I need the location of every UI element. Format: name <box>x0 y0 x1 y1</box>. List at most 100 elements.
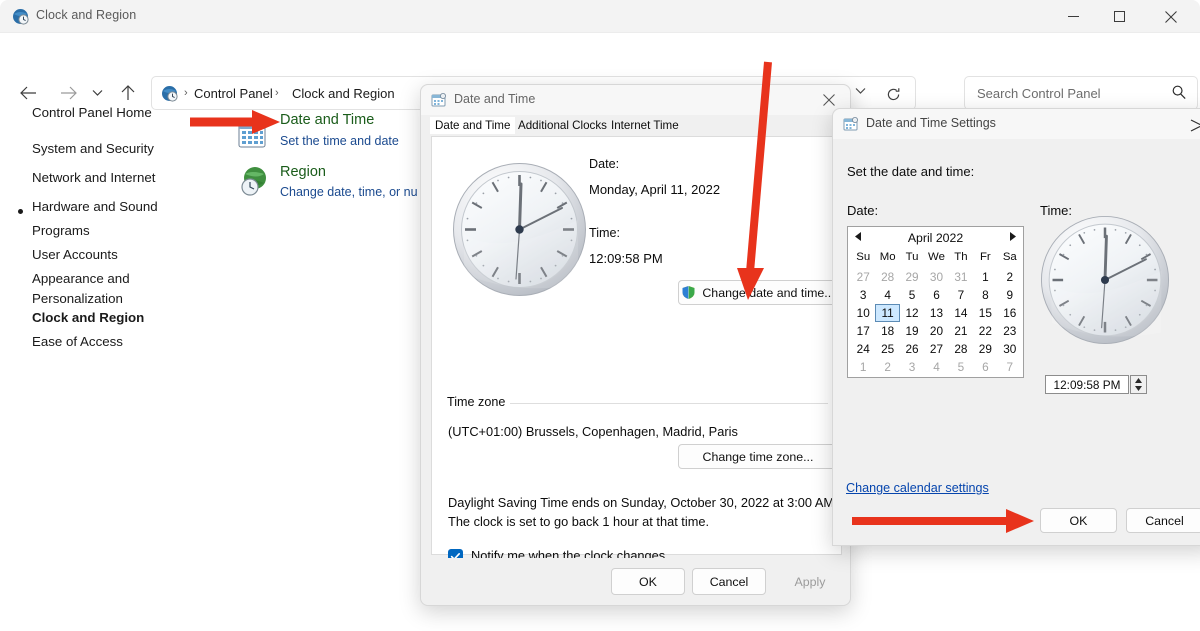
category-date-and-time-title[interactable]: Date and Time <box>280 112 374 128</box>
breadcrumb-clock-and-region[interactable]: Clock and Region <box>292 86 395 101</box>
calendar-day[interactable]: 2 <box>875 358 899 376</box>
tab-date-and-time[interactable]: Date and Time <box>430 117 516 134</box>
calendar-day[interactable]: 28 <box>949 340 973 358</box>
calendar-month-year[interactable]: April 2022 <box>848 231 1023 245</box>
close-button[interactable] <box>1148 0 1194 33</box>
clock-region-icon <box>12 8 29 25</box>
calendar-day[interactable]: 23 <box>998 322 1022 340</box>
change-date-and-time-button[interactable]: Change date and time... <box>678 280 838 305</box>
calendar-header: April 2022 <box>848 227 1023 250</box>
calendar-day[interactable]: 20 <box>924 322 948 340</box>
sidebar-item-hardware-and-sound[interactable]: Hardware and Sound <box>32 199 158 214</box>
date-picker-calendar[interactable]: April 2022 Su Mo Tu We Th Fr Sa 27 28 29 30 31 1 2 3 4… <box>847 226 1024 378</box>
sidebar-item-control-panel-home[interactable]: Control Panel Home <box>32 105 152 120</box>
calendar-day[interactable]: 4 <box>875 286 899 304</box>
sidebar-item-personalization[interactable]: Personalization <box>32 291 123 306</box>
calendar-day-selected[interactable]: 11 <box>875 304 900 322</box>
calendar-day[interactable]: 7 <box>949 286 973 304</box>
calendar-day[interactable]: 25 <box>875 340 899 358</box>
time-zone-value: (UTC+01:00) Brussels, Copenhagen, Madrid… <box>448 424 738 439</box>
calendar-day[interactable]: 27 <box>924 340 948 358</box>
date-and-time-ok-button[interactable]: OK <box>611 568 685 595</box>
calendar-day[interactable]: 4 <box>924 358 948 376</box>
tab-internet-time[interactable]: Internet Time <box>606 117 684 134</box>
search-input[interactable]: Search Control Panel <box>964 76 1198 110</box>
calendar-day[interactable]: 3 <box>900 358 924 376</box>
calendar-day[interactable]: 16 <box>998 304 1022 322</box>
settings-cancel-label: Cancel <box>1145 513 1184 528</box>
maximize-button[interactable] <box>1096 0 1142 33</box>
settings-ok-label: OK <box>1069 513 1088 528</box>
calendar-day[interactable]: 30 <box>924 268 948 286</box>
chevron-down-icon[interactable] <box>851 86 869 98</box>
calendar-day-header: Su <box>856 251 871 263</box>
calendar-day[interactable]: 12 <box>900 304 924 322</box>
calendar-icon <box>237 120 267 150</box>
date-and-time-cancel-button[interactable]: Cancel <box>692 568 766 595</box>
calendar-day[interactable]: 8 <box>973 286 997 304</box>
category-region-title[interactable]: Region <box>280 164 326 180</box>
time-input[interactable]: 12:09:58 PM <box>1045 375 1129 394</box>
settings-cancel-button[interactable]: Cancel <box>1126 508 1200 533</box>
calendar-day[interactable]: 29 <box>900 268 924 286</box>
change-time-zone-button[interactable]: Change time zone... <box>678 444 838 469</box>
calendar-day[interactable]: 14 <box>949 304 973 322</box>
calendar-next-month-icon[interactable] <box>1009 232 1016 244</box>
analog-clock <box>452 162 587 302</box>
calendar-day-grid[interactable]: 27 28 29 30 31 1 2 3 4 5 6 7 8 9 10 11 12 13 14 15 16 17 18 19 2… <box>851 268 1022 376</box>
date-time-icon <box>431 92 447 108</box>
sidebar-item-ease-of-access[interactable]: Ease of Access <box>32 334 123 349</box>
calendar-day[interactable]: 19 <box>900 322 924 340</box>
calendar-day[interactable]: 22 <box>973 322 997 340</box>
control-panel-icon <box>161 85 178 102</box>
sidebar-item-user-accounts[interactable]: User Accounts <box>32 247 118 262</box>
calendar-day[interactable]: 1 <box>973 268 997 286</box>
calendar-day[interactable]: 30 <box>998 340 1022 358</box>
calendar-day[interactable]: 1 <box>851 358 875 376</box>
calendar-day[interactable]: 6 <box>924 286 948 304</box>
settings-ok-button[interactable]: OK <box>1040 508 1117 533</box>
sidebar-item-programs[interactable]: Programs <box>32 223 90 238</box>
date-and-time-dialog-title: Date and Time <box>454 92 536 106</box>
refresh-icon[interactable] <box>881 83 905 105</box>
time-spinner-down[interactable] <box>1131 385 1146 394</box>
search-icon[interactable] <box>1171 84 1187 105</box>
breadcrumb-control-panel[interactable]: Control Panel <box>194 86 273 101</box>
sidebar-item-clock-and-region[interactable]: Clock and Region <box>32 310 144 325</box>
change-calendar-settings-link[interactable]: Change calendar settings <box>846 481 989 495</box>
daylight-saving-line-1: Daylight Saving Time ends on Sunday, Oct… <box>448 495 838 510</box>
calendar-day[interactable]: 9 <box>998 286 1022 304</box>
calendar-day[interactable]: 21 <box>949 322 973 340</box>
date-and-time-apply-label: Apply <box>794 574 826 589</box>
calendar-day[interactable]: 31 <box>949 268 973 286</box>
calendar-day[interactable]: 13 <box>924 304 948 322</box>
calendar-day[interactable]: 7 <box>998 358 1022 376</box>
settings-dialog-close-button[interactable] <box>1190 113 1200 137</box>
sidebar-item-appearance[interactable]: Appearance and <box>32 271 130 286</box>
calendar-day[interactable]: 24 <box>851 340 875 358</box>
tab-additional-clocks[interactable]: Additional Clocks <box>513 117 612 134</box>
calendar-day[interactable]: 17 <box>851 322 875 340</box>
time-spinner[interactable] <box>1130 375 1147 394</box>
calendar-day[interactable]: 6 <box>973 358 997 376</box>
calendar-day[interactable]: 29 <box>973 340 997 358</box>
calendar-day[interactable]: 28 <box>875 268 899 286</box>
calendar-day[interactable]: 2 <box>998 268 1022 286</box>
time-spinner-up[interactable] <box>1131 376 1146 385</box>
calendar-day[interactable]: 3 <box>851 286 875 304</box>
calendar-day[interactable]: 10 <box>851 304 875 322</box>
sidebar-item-system-and-security[interactable]: System and Security <box>32 141 154 156</box>
calendar-day[interactable]: 5 <box>949 358 973 376</box>
sidebar-item-network-and-internet[interactable]: Network and Internet <box>32 170 155 185</box>
category-region-subtitle[interactable]: Change date, time, or nu <box>280 185 418 199</box>
calendar-day[interactable]: 15 <box>973 304 997 322</box>
minimize-button[interactable] <box>1050 0 1096 33</box>
category-date-and-time-subtitle[interactable]: Set the time and date <box>280 134 399 148</box>
breadcrumb-separator: › <box>275 87 279 99</box>
calendar-day[interactable]: 5 <box>900 286 924 304</box>
calendar-day[interactable]: 26 <box>900 340 924 358</box>
change-time-zone-label: Change time zone... <box>702 449 814 464</box>
calendar-day[interactable]: 27 <box>851 268 875 286</box>
calendar-day[interactable]: 18 <box>875 322 899 340</box>
date-label: Date: <box>589 157 620 171</box>
